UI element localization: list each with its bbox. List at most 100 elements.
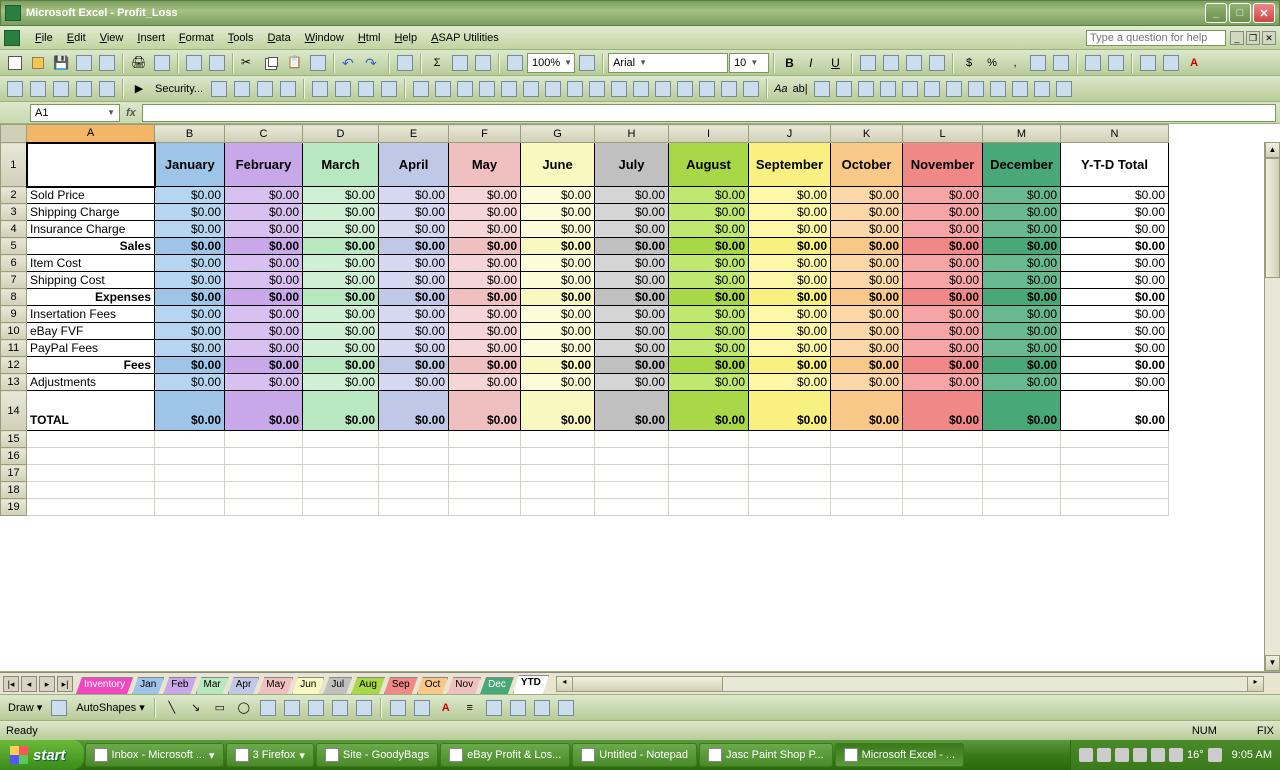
sheet-tab-aug[interactable]: Aug — [351, 677, 385, 694]
taskbar-item-3[interactable]: eBay Profit & Los... — [440, 743, 570, 767]
cell-r8-mar[interactable]: $0.00 — [303, 289, 379, 306]
tray-icon[interactable] — [1133, 748, 1147, 762]
increase-decimal-button[interactable] — [1027, 52, 1049, 74]
cell-r12-may[interactable]: $0.00 — [449, 357, 521, 374]
copy-button[interactable] — [261, 52, 283, 74]
cell-empty[interactable] — [983, 431, 1061, 448]
forms-btn-1[interactable] — [833, 78, 855, 100]
draw-menu[interactable]: Draw ▾ — [4, 701, 46, 714]
font-size-dropdown[interactable]: 10▼ — [729, 53, 769, 73]
cell-r13-mar[interactable]: $0.00 — [303, 374, 379, 391]
cell-r10-mar[interactable]: $0.00 — [303, 323, 379, 340]
menu-view[interactable]: View — [93, 30, 131, 46]
forms-btn-11[interactable] — [1053, 78, 1075, 100]
cell-r6-may[interactable]: $0.00 — [449, 255, 521, 272]
cell-empty[interactable] — [1061, 448, 1169, 465]
scroll-down-button[interactable]: ▼ — [1265, 655, 1280, 671]
cell-r3-dec[interactable]: $0.00 — [983, 204, 1061, 221]
decrease-decimal-button[interactable] — [1050, 52, 1072, 74]
cell-empty[interactable] — [521, 499, 595, 516]
cell-empty[interactable] — [831, 448, 903, 465]
forms-btn-7[interactable] — [965, 78, 987, 100]
tray-icon[interactable] — [1169, 748, 1183, 762]
cell-r12-aug[interactable]: $0.00 — [669, 357, 749, 374]
cell-r6-aug[interactable]: $0.00 — [669, 255, 749, 272]
cell-r12-ytd[interactable]: $0.00 — [1061, 357, 1169, 374]
italic-button[interactable] — [802, 52, 824, 74]
cell-empty[interactable] — [903, 448, 983, 465]
col-header-J[interactable]: J — [749, 125, 831, 143]
cell-empty[interactable] — [831, 465, 903, 482]
tb2-btn-8[interactable] — [231, 78, 253, 100]
cell-empty[interactable] — [449, 448, 521, 465]
row-label-9[interactable]: Insertation Fees — [27, 306, 155, 323]
tb2-extra-0[interactable] — [410, 78, 432, 100]
sheet-tab-ytd[interactable]: YTD — [513, 675, 549, 694]
sheet-tab-apr[interactable]: Apr — [228, 677, 260, 694]
cell-empty[interactable] — [749, 482, 831, 499]
tb2-extra-10[interactable] — [630, 78, 652, 100]
cell-empty[interactable] — [749, 448, 831, 465]
row-header-9[interactable]: 9 — [1, 306, 27, 323]
decrease-indent-button[interactable] — [1082, 52, 1104, 74]
cell-r6-feb[interactable]: $0.00 — [225, 255, 303, 272]
percent-button[interactable]: % — [981, 52, 1003, 74]
paste-button[interactable] — [284, 52, 306, 74]
save-button[interactable] — [50, 52, 72, 74]
cell-empty[interactable] — [669, 482, 749, 499]
cell-r9-aug[interactable]: $0.00 — [669, 306, 749, 323]
tb2-extra-9[interactable] — [608, 78, 630, 100]
cell-r3-oct[interactable]: $0.00 — [831, 204, 903, 221]
row-label-2[interactable]: Sold Price — [27, 187, 155, 204]
row-header-16[interactable]: 16 — [1, 448, 27, 465]
cell-r2-sep[interactable]: $0.00 — [749, 187, 831, 204]
chart-wizard-button[interactable] — [504, 52, 526, 74]
cell-r8-aug[interactable]: $0.00 — [669, 289, 749, 306]
header-y-t-d total[interactable]: Y-T-D Total — [1061, 143, 1169, 187]
cell-r6-dec[interactable]: $0.00 — [983, 255, 1061, 272]
tb2-extra-4[interactable] — [498, 78, 520, 100]
cell-r3-nov[interactable]: $0.00 — [903, 204, 983, 221]
cell-r13-dec[interactable]: $0.00 — [983, 374, 1061, 391]
tray-icon[interactable] — [1079, 748, 1093, 762]
cell-r8-nov[interactable]: $0.00 — [903, 289, 983, 306]
diagram-button[interactable] — [305, 697, 327, 719]
cell-empty[interactable] — [27, 482, 155, 499]
sort-asc-button[interactable] — [449, 52, 471, 74]
zoom-dropdown[interactable]: 100%▼ — [527, 53, 575, 73]
cell-r2-ytd[interactable]: $0.00 — [1061, 187, 1169, 204]
sheet-tab-inventory[interactable]: Inventory — [76, 677, 133, 694]
doc-minimize-button[interactable]: _ — [1230, 31, 1244, 45]
cell-r14-sep[interactable]: $0.00 — [749, 391, 831, 431]
tab-nav-next[interactable]: ▸ — [39, 676, 55, 692]
cell-r11-jul[interactable]: $0.00 — [595, 340, 669, 357]
sheet-tab-may[interactable]: May — [258, 677, 293, 694]
row-header-19[interactable]: 19 — [1, 499, 27, 516]
row-header-1[interactable]: 1 — [1, 143, 27, 187]
tb2-extra-2[interactable] — [454, 78, 476, 100]
cell-empty[interactable] — [379, 465, 449, 482]
cell-r13-apr[interactable]: $0.00 — [379, 374, 449, 391]
row-label-14[interactable]: TOTAL — [27, 391, 155, 431]
cell-empty[interactable] — [983, 448, 1061, 465]
col-header-A[interactable]: A — [27, 125, 155, 143]
cell-empty[interactable] — [831, 482, 903, 499]
sheet-tab-oct[interactable]: Oct — [417, 677, 449, 694]
cell-r10-jul[interactable]: $0.00 — [595, 323, 669, 340]
cell-empty[interactable] — [27, 448, 155, 465]
cell-r4-dec[interactable]: $0.00 — [983, 221, 1061, 238]
cell-r5-feb[interactable]: $0.00 — [225, 238, 303, 255]
taskbar-item-5[interactable]: Jasc Paint Shop P... — [699, 743, 833, 767]
cell-empty[interactable] — [1061, 482, 1169, 499]
cell-empty[interactable] — [521, 465, 595, 482]
font-color-draw-button[interactable]: A — [435, 697, 457, 719]
forms-btn-3[interactable] — [877, 78, 899, 100]
system-tray[interactable]: 16° 9:05 AM — [1070, 740, 1280, 770]
cell-empty[interactable] — [225, 431, 303, 448]
redo-button[interactable] — [362, 52, 384, 74]
cell-empty[interactable] — [669, 499, 749, 516]
cell-empty[interactable] — [595, 465, 669, 482]
cell-r11-ytd[interactable]: $0.00 — [1061, 340, 1169, 357]
cell-r9-may[interactable]: $0.00 — [449, 306, 521, 323]
cell-A1[interactable] — [27, 143, 155, 187]
